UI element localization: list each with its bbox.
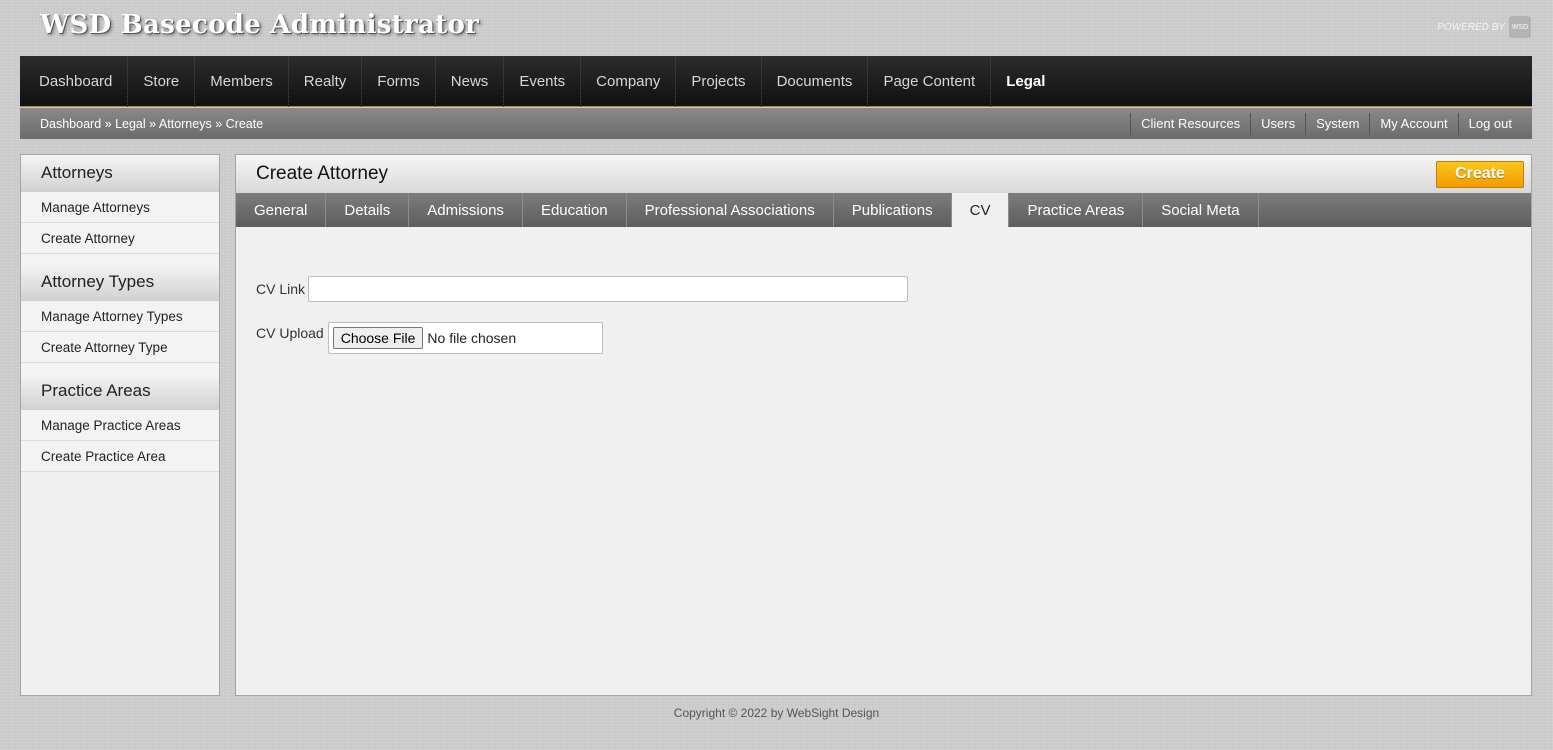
sidebar-header-attorney-types: Attorney Types bbox=[21, 264, 219, 301]
sidebar-item-create-practice-area[interactable]: Create Practice Area bbox=[21, 441, 219, 472]
nav-item-events[interactable]: Events bbox=[504, 55, 582, 107]
tab-education[interactable]: Education bbox=[523, 193, 627, 227]
cv-upload-row: CV Upload Choose File No file chosen bbox=[256, 322, 603, 354]
cv-link-row: CV Link bbox=[256, 276, 909, 302]
nav-item-page-content[interactable]: Page Content bbox=[868, 55, 992, 107]
sidebar-item-manage-practice-areas[interactable]: Manage Practice Areas bbox=[21, 410, 219, 441]
breadcrumb: Dashboard » Legal » Attorneys » Create bbox=[40, 117, 263, 131]
content-header: Create Attorney Create bbox=[236, 155, 1531, 193]
breadcrumb-legal[interactable]: Legal bbox=[115, 117, 146, 131]
sidebar-gap bbox=[21, 254, 219, 264]
nav-item-store[interactable]: Store bbox=[128, 55, 196, 107]
tab-publications[interactable]: Publications bbox=[834, 193, 952, 227]
tab-professional-associations[interactable]: Professional Associations bbox=[627, 193, 834, 227]
users-link[interactable]: Users bbox=[1250, 112, 1305, 135]
sidebar-item-create-attorney-type[interactable]: Create Attorney Type bbox=[21, 332, 219, 363]
cv-link-input[interactable] bbox=[308, 276, 909, 302]
breadcrumb-create: Create bbox=[225, 116, 264, 131]
log-out-link[interactable]: Log out bbox=[1457, 112, 1522, 135]
sidebar-header-practice-areas: Practice Areas bbox=[21, 373, 219, 410]
create-button[interactable]: Create bbox=[1436, 160, 1524, 188]
breadcrumb-separator: » bbox=[104, 116, 116, 131]
nav-item-realty[interactable]: Realty bbox=[289, 55, 363, 107]
app-title: WSD Basecode Administrator bbox=[40, 10, 480, 40]
wsd-logo-icon: WSD bbox=[1509, 16, 1531, 38]
nav-item-members[interactable]: Members bbox=[195, 55, 289, 107]
nav-item-legal[interactable]: Legal bbox=[991, 56, 1060, 107]
sidebar-item-manage-attorneys[interactable]: Manage Attorneys bbox=[21, 192, 219, 223]
tab-admissions[interactable]: Admissions bbox=[409, 193, 523, 227]
sidebar-gap bbox=[21, 363, 219, 373]
tab-practice-areas[interactable]: Practice Areas bbox=[1009, 193, 1144, 227]
breadcrumb-separator: » bbox=[215, 116, 226, 131]
powered-by: POWERED BY WSD bbox=[1437, 16, 1531, 38]
no-file-text: No file chosen bbox=[427, 330, 517, 346]
tab-bar: General Details Admissions Education Pro… bbox=[236, 193, 1531, 227]
tab-details[interactable]: Details bbox=[326, 193, 410, 227]
tab-cv[interactable]: CV bbox=[951, 193, 1010, 227]
cv-upload-label: CV Upload bbox=[256, 325, 324, 341]
cv-upload-input[interactable]: Choose File No file chosen bbox=[327, 322, 603, 354]
choose-file-button[interactable]: Choose File bbox=[332, 327, 424, 349]
breadcrumb-separator: » bbox=[149, 116, 159, 131]
powered-by-label: POWERED BY bbox=[1437, 21, 1505, 33]
footer-copyright: Copyright © 2022 by WebSight Design bbox=[673, 706, 880, 720]
sub-bar: Dashboard » Legal » Attorneys » Create C… bbox=[20, 108, 1532, 139]
utility-links: Client Resources Users System My Account… bbox=[1130, 108, 1522, 139]
sidebar-header-attorneys: Attorneys bbox=[21, 155, 219, 192]
content-panel: Create Attorney Create General Details A… bbox=[235, 154, 1532, 696]
sidebar-item-manage-attorney-types[interactable]: Manage Attorney Types bbox=[21, 301, 219, 332]
my-account-link[interactable]: My Account bbox=[1369, 112, 1457, 135]
sidebar: Attorneys Manage Attorneys Create Attorn… bbox=[20, 154, 220, 696]
nav-item-forms[interactable]: Forms bbox=[362, 55, 436, 107]
nav-item-projects[interactable]: Projects bbox=[676, 55, 762, 107]
breadcrumb-dashboard[interactable]: Dashboard bbox=[40, 117, 101, 131]
page-title: Create Attorney bbox=[256, 163, 389, 184]
nav-item-dashboard[interactable]: Dashboard bbox=[24, 55, 129, 107]
breadcrumb-attorneys[interactable]: Attorneys bbox=[159, 117, 212, 131]
system-link[interactable]: System bbox=[1305, 112, 1369, 135]
tab-social-meta[interactable]: Social Meta bbox=[1143, 193, 1259, 227]
client-resources-link[interactable]: Client Resources bbox=[1130, 112, 1250, 135]
sidebar-item-create-attorney[interactable]: Create Attorney bbox=[21, 223, 219, 254]
cv-link-label: CV Link bbox=[256, 281, 306, 297]
nav-item-company[interactable]: Company bbox=[581, 55, 677, 107]
nav-item-documents[interactable]: Documents bbox=[762, 55, 869, 107]
nav-item-news[interactable]: News bbox=[436, 55, 505, 107]
main-nav: Dashboard Store Members Realty Forms New… bbox=[20, 55, 1532, 107]
tab-general[interactable]: General bbox=[236, 193, 327, 227]
